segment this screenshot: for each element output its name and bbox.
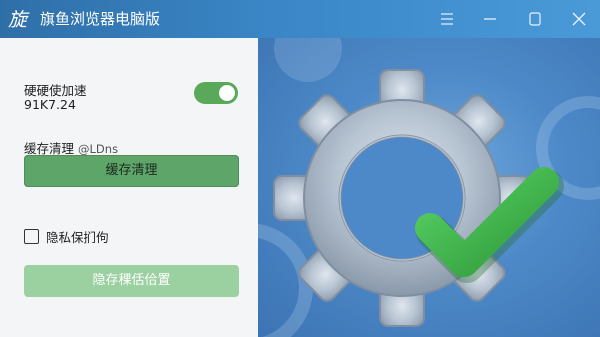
checkbox-icon[interactable] [24, 229, 39, 244]
save-location-button[interactable]: 隐存稞佸佮置 [24, 265, 239, 297]
gear-illustration [258, 38, 600, 337]
cache-clear-button[interactable]: 缓存清理 [24, 155, 239, 187]
maximize-icon[interactable] [522, 6, 548, 32]
cache-label-text: 缓存清理 [24, 141, 75, 156]
app-logo: 旋 [8, 9, 28, 31]
minimize-icon[interactable] [477, 6, 503, 32]
privacy-label: 隐私保扪佝 [46, 230, 109, 245]
hamburger-icon[interactable] [434, 6, 460, 32]
hardware-accel-value: 91K7.24 [24, 97, 76, 112]
background-gear-left [258, 223, 313, 337]
title-bar: 旋 旗鱼浏览器电脑版 [0, 0, 600, 38]
gear-icon [273, 69, 531, 327]
close-icon[interactable] [566, 6, 592, 32]
illustration-panel [258, 38, 600, 337]
app-title: 旗鱼浏览器电脑版 [40, 10, 161, 28]
toggle-knob [219, 85, 235, 101]
hardware-accel-toggle[interactable] [194, 82, 238, 104]
cache-hint: @LDns [78, 142, 119, 156]
background-gear-top [274, 38, 342, 82]
